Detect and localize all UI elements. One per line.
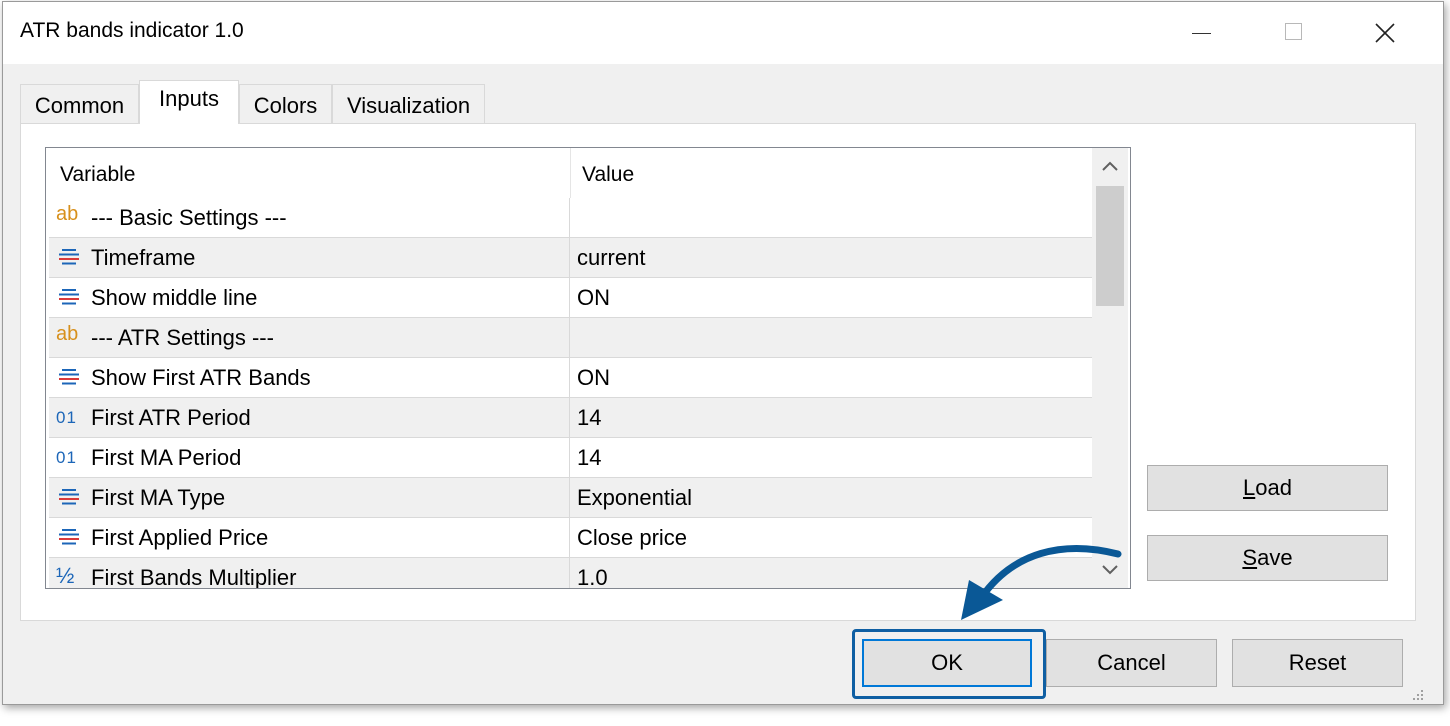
tab-visualization[interactable]: Visualization bbox=[332, 84, 485, 124]
cell-divider bbox=[569, 558, 570, 588]
ok-highlight-frame bbox=[852, 629, 1046, 699]
tab-colors[interactable]: Colors bbox=[239, 84, 332, 124]
cell-divider bbox=[569, 238, 570, 278]
table-row[interactable]: Timeframe current bbox=[49, 238, 1092, 278]
vertical-scrollbar[interactable] bbox=[1092, 148, 1128, 588]
enum-list-icon bbox=[56, 486, 82, 508]
string-ab-icon: ab bbox=[56, 323, 79, 345]
tab-common[interactable]: Common bbox=[20, 84, 139, 124]
tab-inputs[interactable]: Inputs bbox=[139, 80, 239, 124]
variable-cell: First MA Period bbox=[91, 445, 242, 470]
cell-divider bbox=[569, 318, 570, 358]
variable-cell: Timeframe bbox=[91, 245, 196, 270]
variable-cell: First ATR Period bbox=[91, 405, 251, 430]
table-row[interactable]: ab --- ATR Settings --- bbox=[49, 318, 1092, 358]
close-button[interactable] bbox=[1339, 2, 1431, 64]
load-button[interactable]: Load bbox=[1147, 465, 1388, 511]
cancel-button[interactable]: Cancel bbox=[1046, 639, 1217, 687]
scroll-thumb[interactable] bbox=[1096, 186, 1124, 306]
variable-cell: --- ATR Settings --- bbox=[91, 325, 274, 350]
table-row[interactable]: 01 First ATR Period 14 bbox=[49, 398, 1092, 438]
minimize-button[interactable] bbox=[1155, 2, 1247, 64]
enum-list-icon bbox=[56, 366, 82, 388]
table-row[interactable]: Show First ATR Bands ON bbox=[49, 358, 1092, 398]
variable-cell: Show First ATR Bands bbox=[91, 365, 311, 390]
variable-cell: --- Basic Settings --- bbox=[91, 205, 287, 230]
fraction-half-icon: ½ bbox=[56, 563, 75, 588]
column-divider[interactable] bbox=[570, 148, 571, 198]
value-cell[interactable]: Close price bbox=[577, 525, 687, 551]
table-row[interactable]: ab --- Basic Settings --- bbox=[49, 198, 1092, 238]
column-header-variable[interactable]: Variable bbox=[60, 163, 136, 187]
cell-divider bbox=[569, 518, 570, 558]
value-cell[interactable]: 14 bbox=[577, 445, 601, 471]
cell-divider bbox=[569, 278, 570, 318]
table-row[interactable]: ½ First Bands Multiplier 1.0 bbox=[49, 558, 1092, 589]
table-row[interactable]: 01 First MA Period 14 bbox=[49, 438, 1092, 478]
variable-cell: First MA Type bbox=[91, 485, 226, 510]
resize-grip-icon[interactable] bbox=[1409, 688, 1425, 702]
string-ab-icon: ab bbox=[56, 203, 79, 225]
cell-divider bbox=[569, 438, 570, 478]
reset-button[interactable]: Reset bbox=[1232, 639, 1403, 687]
title-bar: ATR bands indicator 1.0 bbox=[3, 2, 1443, 64]
enum-list-icon bbox=[56, 246, 82, 268]
value-cell[interactable]: 1.0 bbox=[577, 565, 608, 588]
cell-divider bbox=[569, 198, 570, 238]
variable-cell: First Bands Multiplier bbox=[91, 565, 297, 589]
table-row[interactable]: First Applied Price Close price bbox=[49, 518, 1092, 558]
value-cell[interactable]: ON bbox=[577, 365, 610, 391]
table-row[interactable]: Show middle line ON bbox=[49, 278, 1092, 318]
integer-01-icon: 01 bbox=[56, 448, 77, 467]
cell-divider bbox=[569, 398, 570, 438]
save-button[interactable]: Save bbox=[1147, 535, 1388, 581]
value-cell[interactable]: 14 bbox=[577, 405, 601, 431]
value-cell[interactable]: ON bbox=[577, 285, 610, 311]
enum-list-icon bbox=[56, 286, 82, 308]
maximize-button[interactable] bbox=[1247, 2, 1339, 64]
window-title: ATR bands indicator 1.0 bbox=[20, 19, 244, 42]
cell-divider bbox=[569, 478, 570, 518]
table-row[interactable]: First MA Type Exponential bbox=[49, 478, 1092, 518]
close-icon bbox=[1375, 23, 1395, 43]
chevron-up-icon bbox=[1102, 161, 1118, 171]
value-cell[interactable]: current bbox=[577, 245, 645, 271]
enum-list-icon bbox=[56, 526, 82, 548]
variable-cell: Show middle line bbox=[91, 285, 258, 310]
dialog-window: ATR bands indicator 1.0 Common Inputs Co… bbox=[2, 1, 1444, 705]
inputs-grid: Variable Value ab --- Basic Settings --- T… bbox=[45, 147, 1131, 589]
integer-01-icon: 01 bbox=[56, 408, 77, 427]
grid-header: Variable Value bbox=[46, 148, 1092, 198]
variable-cell: First Applied Price bbox=[91, 525, 269, 550]
column-header-value[interactable]: Value bbox=[582, 163, 634, 187]
pointer-arrow-icon bbox=[961, 545, 1122, 620]
cell-divider bbox=[569, 358, 570, 398]
value-cell[interactable]: Exponential bbox=[577, 485, 692, 511]
scroll-up-button[interactable] bbox=[1092, 148, 1128, 184]
